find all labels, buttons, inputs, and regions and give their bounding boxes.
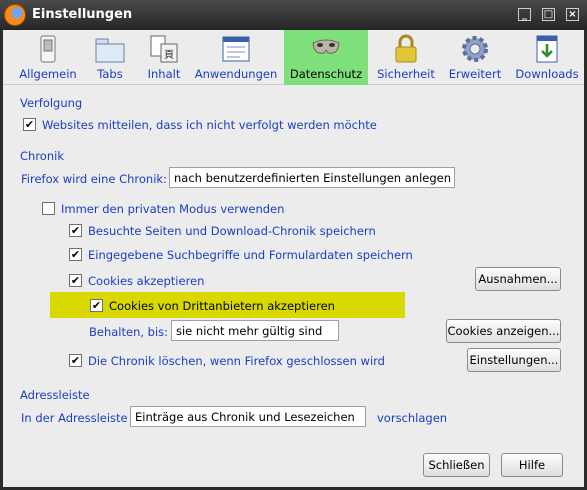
tab-label: Allgemein bbox=[19, 67, 77, 81]
visited-checkbox[interactable]: ✔ bbox=[69, 224, 82, 237]
third-party-cookies-label: Cookies von Drittanbietern akzeptieren bbox=[109, 299, 335, 313]
visited-label: Besuchte Seiten und Download-Chronik spe… bbox=[88, 224, 376, 238]
tab-downloads[interactable]: Downloads bbox=[513, 30, 581, 85]
help-button[interactable]: Hilfe bbox=[501, 453, 563, 477]
form-data-label: Eingegebene Suchbegriffe und Formulardat… bbox=[88, 248, 413, 262]
tab-label: Sicherheit bbox=[377, 67, 435, 81]
private-mode-checkbox[interactable] bbox=[42, 202, 55, 215]
keep-until-select[interactable]: sie nicht mehr gültig sind bbox=[171, 320, 339, 341]
tab-erweitert[interactable]: Erweitert bbox=[445, 30, 505, 85]
tabs-icon bbox=[95, 38, 125, 63]
mask-icon bbox=[312, 39, 340, 54]
cookies-label: Cookies akzeptieren bbox=[88, 274, 205, 288]
dnt-checkbox[interactable]: ✔ bbox=[23, 118, 36, 131]
tab-label: Anwendungen bbox=[194, 67, 278, 81]
show-cookies-button[interactable]: Cookies anzeigen... bbox=[446, 319, 561, 343]
close-button[interactable]: Schließen bbox=[423, 453, 490, 477]
lock-icon bbox=[395, 34, 417, 63]
maximize-button[interactable]: □ bbox=[542, 8, 555, 21]
tracking-heading: Verfolgung bbox=[20, 96, 83, 110]
tab-label: Erweitert bbox=[448, 67, 502, 81]
applications-icon bbox=[222, 36, 250, 62]
form-data-checkbox[interactable]: ✔ bbox=[69, 248, 82, 261]
addressbar-heading: Adressleiste bbox=[20, 388, 90, 402]
minimize-button[interactable]: _ bbox=[518, 8, 531, 21]
clear-on-close-label: Die Chronik löschen, wenn Firefox geschl… bbox=[88, 354, 385, 368]
history-settings-button[interactable]: Einstellungen... bbox=[467, 348, 561, 372]
tab-anwendungen[interactable]: Anwendungen bbox=[193, 30, 279, 85]
exceptions-button[interactable]: Ausnahmen... bbox=[475, 267, 561, 291]
private-mode-label: Immer den privaten Modus verwenden bbox=[61, 202, 285, 216]
third-party-cookies-checkbox[interactable]: ✔ bbox=[90, 299, 103, 312]
tab-label: Inhalt bbox=[147, 67, 181, 81]
switch-icon bbox=[40, 35, 56, 63]
tab-tabs[interactable]: Tabs bbox=[87, 30, 133, 85]
tab-label: Downloads bbox=[515, 67, 579, 81]
addressbar-prefix-label: In der Adressleiste bbox=[21, 411, 128, 425]
download-icon bbox=[536, 35, 558, 63]
history-heading: Chronik bbox=[20, 149, 64, 163]
dnt-label: Websites mitteilen, dass ich nicht verfo… bbox=[42, 118, 377, 132]
addressbar-suffix-label: vorschlagen bbox=[377, 411, 448, 425]
tab-allgemein[interactable]: Allgemein bbox=[17, 30, 79, 85]
firefox-will-label: Firefox wird eine Chronik: bbox=[21, 172, 167, 186]
history-mode-select[interactable]: nach benutzerdefinierten Einstellungen a… bbox=[169, 167, 455, 188]
window-title: Einstellungen bbox=[32, 7, 133, 22]
content-icon: 頁 bbox=[150, 35, 178, 63]
gear-icon bbox=[462, 36, 488, 62]
preferences-toolbar: Allgemein Tabs 頁 Inhalt Anwendungen Date… bbox=[3, 30, 584, 85]
keep-until-label: Behalten, bis: bbox=[89, 325, 169, 339]
tab-label: Datenschutz bbox=[289, 67, 363, 81]
tab-label: Tabs bbox=[97, 67, 123, 81]
tab-inhalt[interactable]: 頁 Inhalt bbox=[141, 30, 187, 85]
clear-on-close-checkbox[interactable]: ✔ bbox=[69, 354, 82, 367]
svg-text:頁: 頁 bbox=[164, 49, 174, 61]
close-window-button[interactable]: × bbox=[566, 8, 579, 21]
tab-datenschutz[interactable]: Datenschutz bbox=[284, 30, 368, 85]
firefox-logo-icon bbox=[4, 4, 26, 26]
addressbar-suggest-select[interactable]: Einträge aus Chronik und Lesezeichen bbox=[130, 406, 366, 427]
preferences-panel: Allgemein Tabs 頁 Inhalt Anwendungen Date… bbox=[3, 30, 584, 487]
tab-sicherheit[interactable]: Sicherheit bbox=[375, 30, 437, 85]
title-bar: Einstellungen _ □ × bbox=[0, 0, 587, 30]
cookies-checkbox[interactable]: ✔ bbox=[69, 274, 82, 287]
